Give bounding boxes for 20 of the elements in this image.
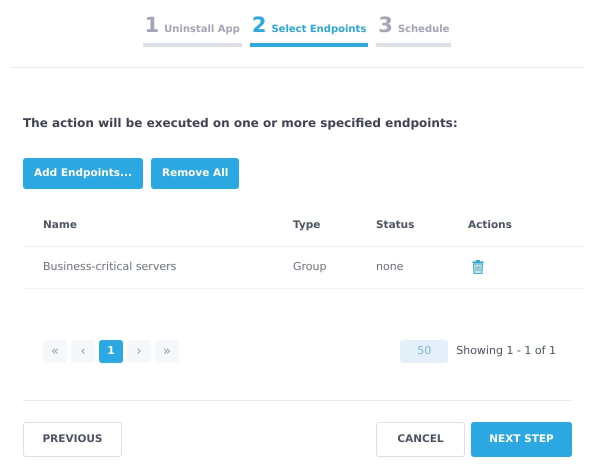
column-header: Name <box>43 218 78 233</box>
column-header: Type <box>293 218 322 233</box>
pagination-summary: Showing 1 - 1 of 1 <box>456 343 556 360</box>
instruction-text: The action will be executed on one or more specified endpoints: <box>23 115 459 132</box>
previous-button[interactable]: PREVIOUS <box>23 422 122 457</box>
table-cell-text: Business-critical servers <box>43 259 178 276</box>
step-tab[interactable]: 3 Schedule <box>376 15 452 47</box>
next-step-button[interactable]: NEXT STEP <box>471 422 572 457</box>
remove-all-button[interactable]: Remove All <box>151 158 240 189</box>
step-tab[interactable]: 2 Select Endpoints <box>250 15 368 47</box>
delete-icon[interactable] <box>472 260 484 274</box>
cancel-button[interactable]: CANCEL <box>376 422 465 457</box>
add-endpoints-button[interactable]: Add Endpoints... <box>23 158 144 189</box>
column-header: Actions <box>468 218 513 233</box>
column-header: Status <box>376 218 416 233</box>
table-cell-text: none <box>376 259 404 276</box>
step-tab[interactable]: 1 Uninstall App <box>142 15 242 47</box>
page-button[interactable]: 1 <box>99 340 123 363</box>
page-size-field[interactable]: 50 <box>400 340 448 363</box>
table-cell-text: Group <box>293 259 328 276</box>
